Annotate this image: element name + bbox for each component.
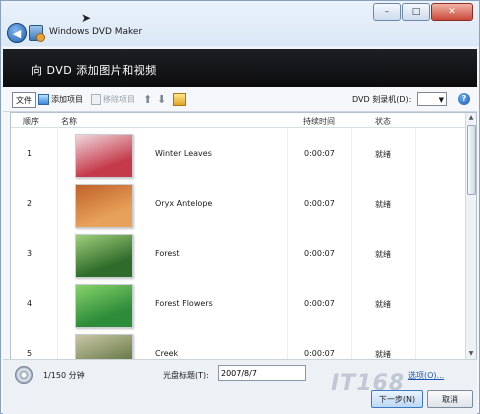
item-status: 就绪 [375,300,391,309]
column-header-order[interactable]: 顺序 [23,116,39,127]
mouse-cursor-icon: ➤ [81,11,92,25]
item-name: Forest Flowers [155,299,213,308]
footer: 1/150 分钟 光盘标题(T): 选项(O)... 下一步(N) 取消 [3,359,477,414]
it168-watermark: IT168 [331,371,406,396]
page-title: 向 DVD 添加图片和视频 [31,64,157,77]
item-thumbnail [75,134,133,178]
item-duration: 0:00:07 [304,299,335,308]
item-thumbnail [75,184,133,228]
disc-title-label: 光盘标题(T): [163,371,209,380]
maximize-button[interactable]: □ [402,3,430,21]
minimize-button[interactable]: – [373,3,401,21]
dvd-maker-app-icon [29,25,45,42]
cancel-button[interactable]: 取消 [427,390,473,408]
remove-items-label: 移除项目 [103,94,135,104]
move-down-icon[interactable]: ⬇ [157,92,166,106]
scroll-thumb[interactable] [467,125,476,195]
toolbar: 文件 添加项目 移除项目 ⬆ ⬇ DVD 刻录机(D): ▼ ? [3,87,477,112]
add-items-label: 添加项目 [51,94,83,104]
scroll-up-icon[interactable]: ▲ [466,113,476,123]
remove-items-icon [91,93,101,105]
dvd-burner-select[interactable]: ▼ [417,92,447,106]
list-item[interactable]: 1 Winter Leaves 0:00:07 就绪 [11,129,466,179]
options-link[interactable]: 选项(O)... [408,370,444,381]
item-name: Forest [155,249,180,258]
item-order: 3 [27,249,33,258]
item-status: 就绪 [375,250,391,259]
add-items-icon [38,93,49,105]
chevron-down-icon: ▼ [438,96,444,104]
disc-title-input[interactable] [218,365,306,381]
scroll-down-icon[interactable]: ▼ [466,349,476,359]
column-header-status[interactable]: 状态 [375,116,391,127]
item-name: Winter Leaves [155,149,212,158]
column-header-row: 顺序 名称 持续时间 状态 [11,113,466,128]
dvd-burner-label: DVD 刻录机(D): [352,94,412,104]
window-controls: – □ ✕ [373,3,473,21]
item-thumbnail [75,334,133,359]
remove-items-button[interactable]: 移除项目 [91,92,135,106]
help-icon[interactable]: ? [458,93,470,105]
item-duration: 0:00:07 [304,149,335,158]
list-item[interactable]: 3 Forest 0:00:07 就绪 [11,229,466,279]
item-status: 就绪 [375,200,391,209]
add-items-button[interactable]: 添加项目 [38,92,83,106]
item-thumbnail [75,284,133,328]
move-up-icon[interactable]: ⬆ [143,92,152,106]
list-item[interactable]: 2 Oryx Antelope 0:00:07 就绪 [11,179,466,229]
item-status: 就绪 [375,150,391,159]
disc-capacity: 1/150 分钟 [43,371,85,380]
item-duration: 0:00:07 [304,349,335,358]
item-duration: 0:00:07 [304,249,335,258]
list-item[interactable]: 4 Forest Flowers 0:00:07 就绪 [11,279,466,329]
item-order: 1 [27,149,33,158]
item-order: 4 [27,299,33,308]
back-button[interactable]: ◀ [7,23,27,43]
dvd-maker-window: – □ ✕ ◀ Windows DVD Maker ➤ 向 DVD 添加图片和视… [0,0,480,414]
item-duration: 0:00:07 [304,199,335,208]
item-order: 2 [27,199,33,208]
column-header-duration[interactable]: 持续时间 [303,116,335,127]
file-menu-button[interactable]: 文件 [12,92,36,108]
window-title: Windows DVD Maker [49,27,143,37]
disc-icon [15,366,33,384]
list-item[interactable]: 5 Creek 0:00:07 就绪 [11,329,466,359]
item-name: Oryx Antelope [155,199,213,208]
items-list: 顺序 名称 持续时间 状态 1 Winter Leaves 0:00:07 就绪… [10,112,477,360]
close-button[interactable]: ✕ [431,3,473,21]
page-header: 向 DVD 添加图片和视频 [3,49,477,87]
column-header-name[interactable]: 名称 [61,116,77,127]
item-name: Creek [155,349,179,358]
vertical-scrollbar[interactable]: ▲ ▼ [465,113,476,359]
item-thumbnail [75,234,133,278]
item-order: 5 [27,349,33,358]
menu-style-icon[interactable] [173,93,186,106]
title-bar: – □ ✕ ◀ Windows DVD Maker ➤ [1,1,479,49]
